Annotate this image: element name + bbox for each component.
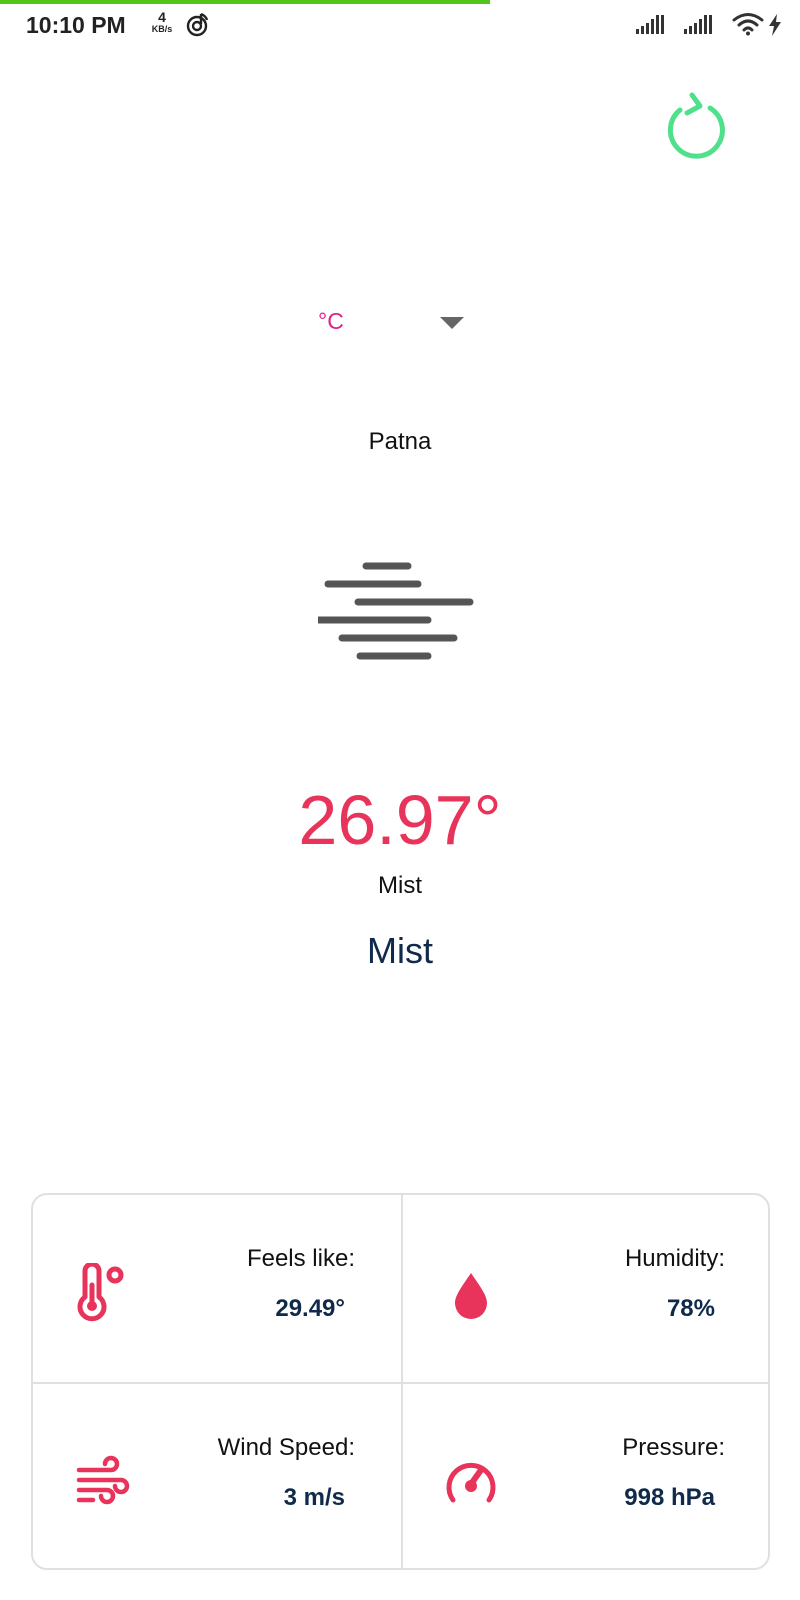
pressure-value: 998 hPa bbox=[624, 1484, 715, 1511]
cell-signal-icon bbox=[636, 14, 666, 39]
city-name: Patna bbox=[368, 428, 432, 455]
network-speed-value: 4 bbox=[158, 9, 166, 25]
network-speed-unit: KB/s bbox=[151, 24, 173, 34]
humidity-label: Humidity: bbox=[624, 1245, 725, 1272]
status-bar: 10:10 PM 4 KB/s bbox=[0, 0, 800, 52]
unit-selected-value: °C bbox=[318, 308, 344, 334]
humidity-cell: Humidity: 78% bbox=[403, 1195, 768, 1382]
wind-icon bbox=[76, 1455, 130, 1505]
wind-speed-value: 3 m/s bbox=[283, 1484, 345, 1511]
gauge-icon bbox=[446, 1462, 496, 1503]
mist-icon bbox=[314, 560, 484, 665]
pressure-label: Pressure: bbox=[622, 1434, 725, 1461]
weather-description: Mist bbox=[367, 930, 433, 971]
charging-icon bbox=[768, 14, 782, 41]
humidity-value: 78% bbox=[666, 1295, 715, 1322]
feels-like-value: 29.49° bbox=[275, 1295, 345, 1322]
dropdown-arrow-icon bbox=[440, 316, 464, 334]
current-temperature: 26.97° bbox=[298, 781, 502, 859]
weather-details-card: Feels like: 29.49° Humidity: 78% Wind Sp… bbox=[31, 1193, 770, 1570]
feels-like-cell: Feels like: 29.49° bbox=[33, 1195, 401, 1382]
water-drop-icon bbox=[455, 1273, 487, 1319]
cell-signal-icon bbox=[684, 14, 714, 39]
refresh-icon bbox=[667, 92, 725, 159]
pressure-cell: Pressure: 998 hPa bbox=[403, 1384, 768, 1568]
temperature-unit-dropdown[interactable]: °C bbox=[300, 300, 475, 344]
weather-condition: Mist bbox=[378, 872, 422, 899]
status-time: 10:10 PM bbox=[26, 12, 126, 38]
wind-speed-cell: Wind Speed: 3 m/s bbox=[33, 1384, 401, 1568]
wifi-icon bbox=[732, 12, 764, 41]
thermometer-icon bbox=[77, 1263, 124, 1322]
feels-like-label: Feels like: bbox=[246, 1245, 355, 1272]
refresh-button[interactable] bbox=[664, 92, 728, 160]
network-speed: 4 KB/s bbox=[148, 10, 176, 34]
music-note-icon bbox=[186, 12, 210, 43]
wind-speed-label: Wind Speed: bbox=[217, 1434, 355, 1461]
